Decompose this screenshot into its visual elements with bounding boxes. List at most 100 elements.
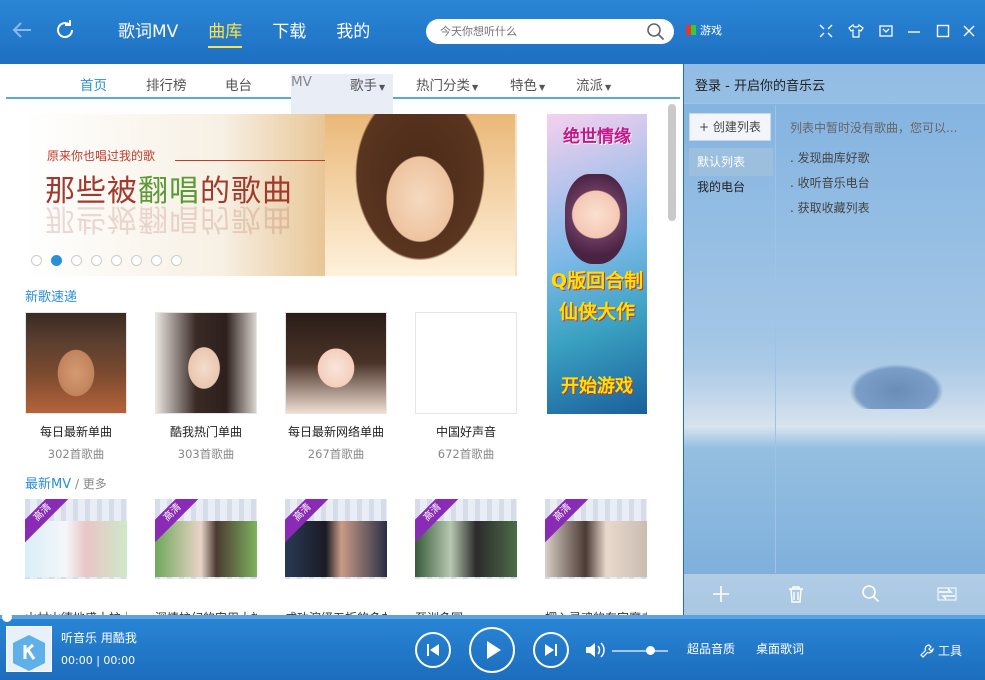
tab-mine[interactable]: 我的 xyxy=(336,18,370,46)
mv-thumbnail xyxy=(545,521,647,577)
minimize-icon[interactable] xyxy=(902,20,926,42)
ad-start-button[interactable]: 开始游戏 xyxy=(547,372,647,398)
song-card[interactable]: 酷我热门单曲 303首歌曲 xyxy=(155,312,257,462)
subtab-home[interactable]: 首页 xyxy=(80,74,107,94)
song-card-cover xyxy=(25,312,127,414)
game-ad[interactable]: 绝世情缘 Q版回合制 仙侠大作 开始游戏 xyxy=(547,114,647,414)
mv-card[interactable]: 高清 xyxy=(25,499,127,579)
mv-card[interactable]: 高清 xyxy=(415,499,517,579)
carousel-dot[interactable] xyxy=(131,255,142,266)
add-icon[interactable] xyxy=(711,584,731,604)
tip-radio[interactable]: . 收听音乐电台 xyxy=(790,174,870,191)
banner-carousel[interactable]: 原来你也唱过我的歌 那些被翻唱的歌曲 那些被翻唱的歌曲 xyxy=(25,114,517,276)
carousel-dot[interactable] xyxy=(91,255,102,266)
cloud-decoration xyxy=(849,364,944,409)
mv-thumbnail xyxy=(285,521,387,577)
search-icon[interactable] xyxy=(861,584,881,604)
main-nav: 歌词MV 曲库 下载 我的 xyxy=(118,18,400,48)
play-icon xyxy=(487,641,501,659)
carousel-dot[interactable] xyxy=(171,255,182,266)
progress-bar[interactable] xyxy=(0,612,985,622)
carousel-dot[interactable] xyxy=(51,255,62,266)
game-icon xyxy=(686,25,696,35)
locate-icon[interactable] xyxy=(936,584,958,604)
kuwo-logo-icon xyxy=(13,635,45,671)
subtab-categories-label: 热门分类 xyxy=(416,78,470,94)
subtab-radio[interactable]: 电台 xyxy=(225,74,252,94)
game-link[interactable]: 游戏 xyxy=(686,22,722,38)
prev-button[interactable] xyxy=(415,632,451,668)
plus-icon: + xyxy=(699,120,713,134)
vertical-scrollbar[interactable] xyxy=(666,104,678,614)
tip-favorites[interactable]: . 获取收藏列表 xyxy=(790,199,870,216)
song-card-title: 中国好声音 xyxy=(435,425,496,439)
section-new-mv-title[interactable]: 最新MV xyxy=(25,477,71,492)
login-header[interactable]: 登录 - 开启你的音乐云 xyxy=(684,64,985,104)
tools-button[interactable]: 工具 xyxy=(920,642,962,659)
progress-knob[interactable] xyxy=(2,612,12,622)
desktop-lyrics-button[interactable]: 桌面歌词 xyxy=(756,640,804,657)
song-card-title: 每日最新网络单曲 xyxy=(287,425,384,439)
chevron-down-icon: ▼ xyxy=(472,83,479,92)
search-input[interactable] xyxy=(440,23,640,40)
sound-quality-button[interactable]: 超品音质 xyxy=(687,640,735,657)
search-box xyxy=(426,19,674,44)
song-card-title: 每日最新单曲 xyxy=(39,425,112,439)
close-icon[interactable] xyxy=(957,20,981,42)
volume-knob[interactable] xyxy=(646,646,656,655)
section-new-songs[interactable]: 新歌速递 xyxy=(25,286,77,305)
trash-icon[interactable] xyxy=(786,584,806,604)
next-button[interactable] xyxy=(533,632,569,668)
song-card-cover xyxy=(415,312,517,414)
subtab-charts[interactable]: 排行榜 xyxy=(146,74,187,94)
playlist-my-radio[interactable]: 我的电台 xyxy=(689,173,773,201)
sub-nav: 首页 排行榜 电台 MV 歌手 ▼ 热门分类 ▼ 特色 ▼ 流派 ▼ xyxy=(6,64,680,154)
subtab-features[interactable]: 特色 ▼ xyxy=(510,74,545,94)
mv-thumbnail xyxy=(25,521,127,577)
mini-mode-icon[interactable] xyxy=(814,20,838,42)
volume-icon[interactable] xyxy=(584,641,606,659)
more-link[interactable]: 更多 xyxy=(83,477,107,491)
song-card-title: 酷我热门单曲 xyxy=(169,425,242,439)
maximize-icon[interactable] xyxy=(931,20,955,42)
section-new-mv: 最新MV / 更多 xyxy=(25,477,107,492)
tip-discover[interactable]: . 发现曲库好歌 xyxy=(790,149,870,166)
player-bar: 听音乐 用酷我 00:00 | 00:00 超品音质 桌面歌词 工具 xyxy=(0,612,985,680)
tab-lyrics-mv[interactable]: 歌词MV xyxy=(118,18,178,46)
mv-card[interactable]: 高清 xyxy=(285,499,387,579)
carousel-dot[interactable] xyxy=(31,255,42,266)
scrollbar-thumb[interactable] xyxy=(668,104,676,221)
create-list-button[interactable]: + 创建列表 xyxy=(689,113,771,141)
carousel-dot[interactable] xyxy=(111,255,122,266)
song-card[interactable]: 每日最新网络单曲 267首歌曲 xyxy=(285,312,387,462)
volume-slider[interactable] xyxy=(612,646,668,655)
refresh-icon[interactable] xyxy=(49,14,81,46)
subtab-categories[interactable]: 热门分类 ▼ xyxy=(416,74,478,94)
menu-icon[interactable] xyxy=(874,20,898,42)
skin-icon[interactable] xyxy=(844,20,868,42)
subtab-genres[interactable]: 流派 ▼ xyxy=(576,74,611,94)
playlist-default[interactable]: 默认列表 xyxy=(689,148,773,176)
ad-image xyxy=(565,174,627,264)
album-art[interactable] xyxy=(6,626,52,672)
carousel-dot[interactable] xyxy=(151,255,162,266)
carousel-dot[interactable] xyxy=(71,255,82,266)
mv-card[interactable]: 高清 xyxy=(545,499,647,579)
search-icon[interactable] xyxy=(646,22,666,42)
play-button[interactable] xyxy=(469,627,515,673)
song-card[interactable]: 每日最新单曲 302首歌曲 xyxy=(25,312,127,462)
subtab-genres-label: 流派 xyxy=(576,78,603,94)
tools-label: 工具 xyxy=(938,644,963,658)
tab-library[interactable]: 曲库 xyxy=(208,18,243,48)
empty-hint: 列表中暂时没有歌曲，您可以... xyxy=(790,121,958,135)
song-card[interactable]: 中国好声音 672首歌曲 xyxy=(415,312,517,462)
back-icon[interactable] xyxy=(6,14,38,46)
mv-card[interactable]: 高清 xyxy=(155,499,257,579)
tab-download[interactable]: 下载 xyxy=(272,18,306,46)
now-playing-text: 听音乐 用酷我 xyxy=(61,631,137,645)
subtab-singers[interactable]: 歌手 ▼ xyxy=(350,74,385,94)
chevron-down-icon: ▼ xyxy=(539,83,546,92)
ad-title: 绝世情缘 xyxy=(563,127,631,147)
subtab-features-label: 特色 xyxy=(510,78,537,94)
song-card-count: 302首歌曲 xyxy=(47,447,105,461)
